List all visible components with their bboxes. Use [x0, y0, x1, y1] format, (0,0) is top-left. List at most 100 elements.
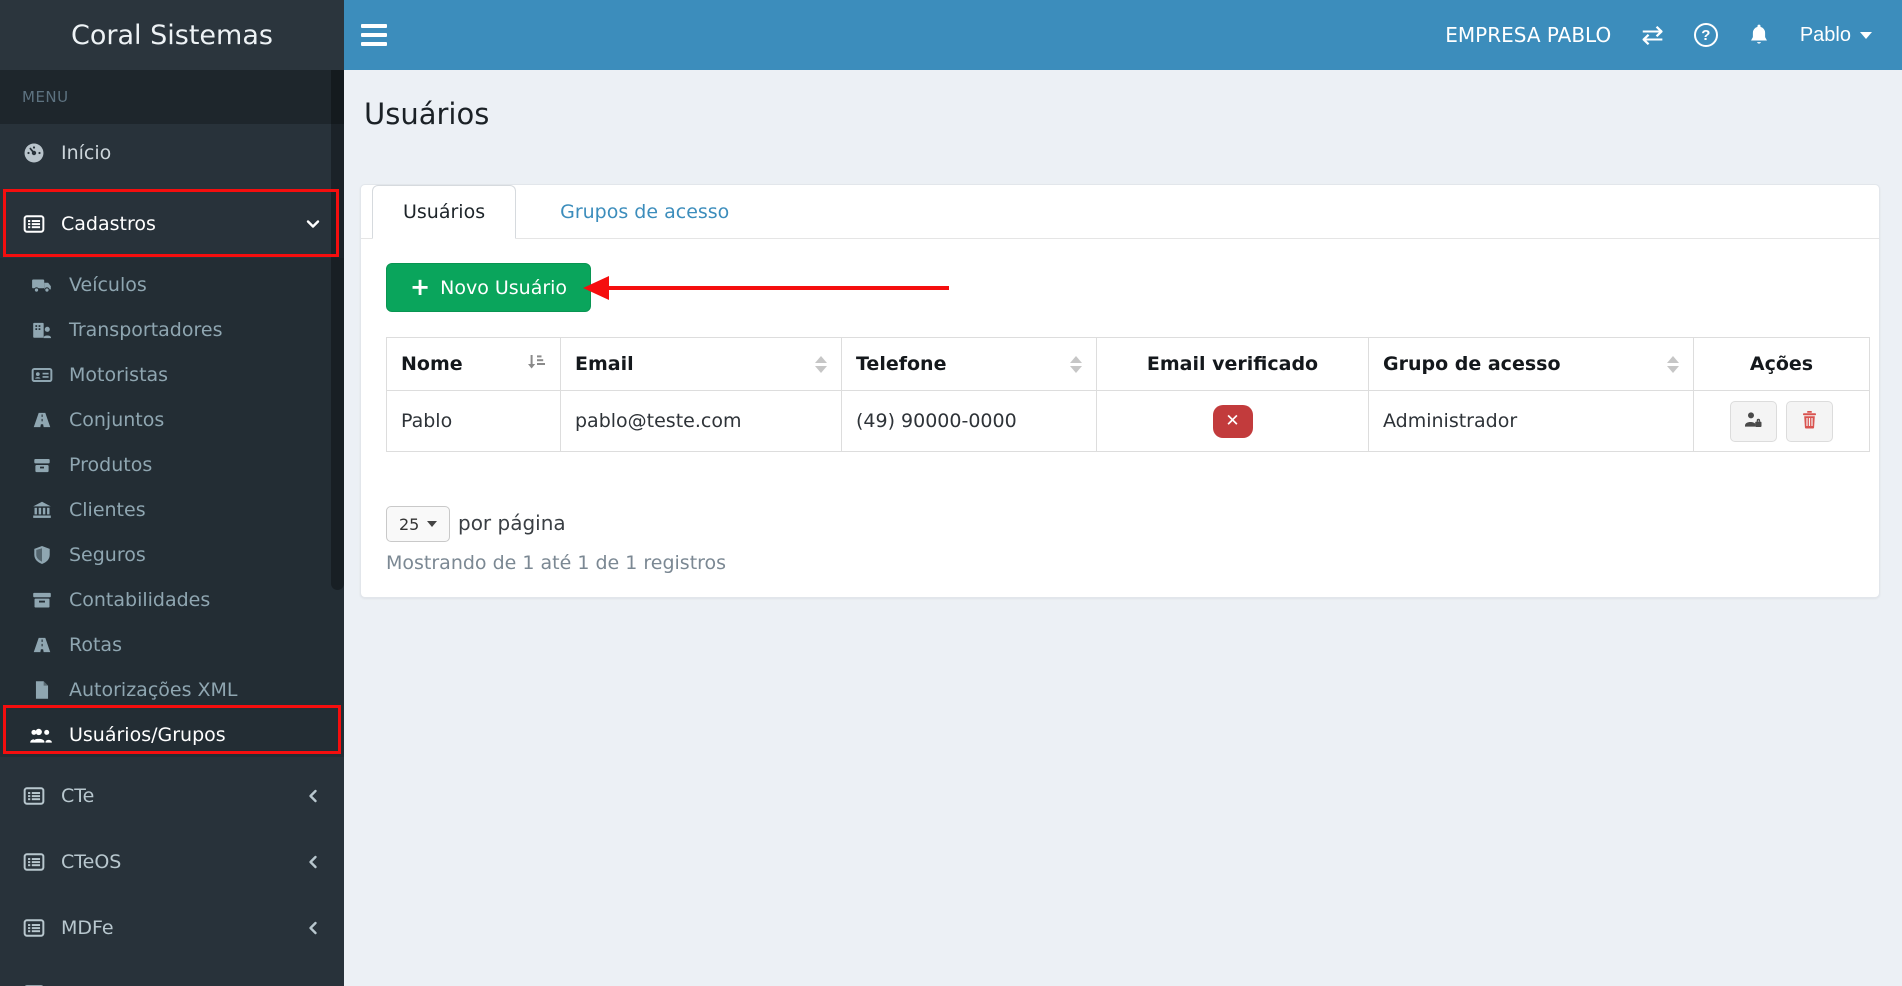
cell-nome: Pablo — [386, 390, 561, 452]
sidebar-item-contabilidades[interactable]: Contabilidades — [0, 577, 344, 622]
bars-icon — [361, 24, 387, 28]
sidebar-item-label: Rotas — [69, 633, 122, 656]
sidebar-item-autorizacoes-xml[interactable]: Autorizações XML — [0, 667, 344, 712]
cell-grupo-de-acesso: Administrador — [1368, 390, 1694, 452]
sidebar-item-label: CTeOS — [61, 850, 122, 873]
truck-icon — [30, 273, 54, 297]
sidebar-item-label: Autorizações XML — [69, 678, 238, 701]
plus-icon: + — [410, 272, 431, 301]
annotation-arrow-shaft — [608, 286, 949, 290]
sidebar-item-clientes[interactable]: Clientes — [0, 487, 344, 532]
column-header-nome[interactable]: Nome — [386, 337, 561, 391]
page-title: Usuários — [364, 97, 490, 131]
cadastros-submenu: Veículos Transportadores Motoristas Conj… — [0, 258, 344, 757]
sidebar-item-usuarios-grupos[interactable]: Usuários/Grupos — [0, 712, 344, 757]
company-name: EMPRESA PABLO — [1445, 23, 1612, 47]
sidebar-item-cadastros[interactable]: Cadastros — [0, 190, 344, 258]
sidebar-item-seguros[interactable]: Seguros — [0, 532, 344, 577]
dashboard-icon — [22, 141, 46, 165]
sidebar-menu: Início Cadastros Veículos Transportadore… — [0, 124, 344, 986]
delete-user-button[interactable] — [1786, 400, 1833, 442]
sidebar-item-label: NFe — [61, 983, 97, 986]
shield-icon — [30, 543, 54, 567]
sort-both-icon — [815, 355, 827, 373]
user-lock-icon — [1743, 410, 1764, 432]
new-user-button[interactable]: + Novo Usuário — [386, 263, 592, 312]
archive-icon — [30, 588, 54, 612]
sidebar-item-label: Transportadores — [69, 318, 223, 341]
sidebar-item-cteos[interactable]: CTeOS — [0, 834, 344, 889]
cell-email-verificado: ✕ — [1096, 390, 1369, 452]
table-header-row: Nome Email Telefone Email verificado Gru… — [386, 337, 1870, 391]
chevron-left-icon — [304, 853, 322, 871]
sidebar-item-nfe[interactable]: NFe — [0, 966, 344, 986]
chevron-left-icon — [304, 787, 322, 805]
app-logo[interactable]: Coral Sistemas — [0, 0, 344, 70]
sidebar-item-label: CTe — [61, 784, 95, 807]
cell-acoes — [1693, 390, 1870, 452]
sidebar-item-label: Motoristas — [69, 363, 169, 386]
user-menu[interactable]: Pablo — [1800, 24, 1872, 47]
sidebar-scrollbar[interactable] — [331, 70, 344, 590]
sidebar: Coral Sistemas MENU Início Cadastros Veí… — [0, 0, 344, 986]
sidebar-item-motoristas[interactable]: Motoristas — [0, 352, 344, 397]
cell-email: pablo@teste.com — [560, 390, 842, 452]
sidebar-item-label: Produtos — [69, 453, 153, 476]
sidebar-section-header: MENU — [0, 70, 344, 124]
sort-amount-icon — [526, 352, 546, 376]
main-content: Usuários Usuários Grupos de acesso + Nov… — [344, 70, 1902, 986]
per-page-label: por página — [458, 511, 566, 535]
file-icon — [30, 678, 54, 702]
tab-usuarios[interactable]: Usuários — [372, 185, 517, 239]
sidebar-item-produtos[interactable]: Produtos — [0, 442, 344, 487]
sidebar-item-cte[interactable]: CTe — [0, 768, 344, 823]
column-header-telefone[interactable]: Telefone — [841, 337, 1097, 391]
table-row: Pablo pablo@teste.com (49) 90000-0000 ✕ … — [386, 390, 1870, 452]
sidebar-item-label: Cadastros — [61, 213, 156, 235]
caret-down-icon — [427, 521, 438, 527]
records-summary: Mostrando de 1 até 1 de 1 registros — [386, 552, 727, 574]
exchange-icon[interactable]: ⇄ — [1641, 21, 1664, 49]
per-page-select[interactable]: 25 — [386, 506, 451, 542]
list-icon — [22, 784, 46, 808]
sidebar-item-label: Seguros — [69, 543, 146, 566]
tab-grupos-de-acesso[interactable]: Grupos de acesso — [536, 185, 753, 238]
x-icon: ✕ — [1225, 411, 1240, 431]
tab-pane-usuarios: + Novo Usuário Nome Email Telefone Email… — [361, 239, 1879, 599]
sort-both-icon — [1070, 355, 1082, 373]
column-header-email[interactable]: Email — [560, 337, 842, 391]
sidebar-item-label: Contabilidades — [69, 588, 211, 611]
sidebar-item-label: Conjuntos — [69, 408, 165, 431]
sidebar-item-label: Clientes — [69, 498, 146, 521]
trash-icon — [1801, 410, 1818, 432]
bank-icon — [30, 498, 54, 522]
navbar-right: EMPRESA PABLO ⇄ ? Pablo — [1445, 21, 1902, 49]
sidebar-item-rotas[interactable]: Rotas — [0, 622, 344, 667]
list-icon — [22, 212, 46, 236]
sidebar-item-veiculos[interactable]: Veículos — [0, 262, 344, 307]
sidebar-item-transportadores[interactable]: Transportadores — [0, 307, 344, 352]
tab-bar: Usuários Grupos de acesso — [361, 185, 1879, 239]
sidebar-item-label: MDFe — [61, 916, 114, 939]
users-card: Usuários Grupos de acesso + Novo Usuário — [360, 184, 1880, 598]
sidebar-item-conjuntos[interactable]: Conjuntos — [0, 397, 344, 442]
id-card-icon — [30, 363, 54, 387]
chevron-left-icon — [304, 919, 322, 937]
annotation-arrow-head — [583, 276, 609, 300]
sidebar-item-label: Usuários/Grupos — [69, 723, 226, 746]
user-name: Pablo — [1799, 23, 1851, 46]
cell-telefone: (49) 90000-0000 — [841, 390, 1097, 452]
not-verified-badge: ✕ — [1212, 404, 1253, 438]
column-header-grupo-de-acesso[interactable]: Grupo de acesso — [1368, 337, 1694, 391]
help-icon[interactable]: ? — [1693, 23, 1718, 47]
user-permissions-button[interactable] — [1730, 400, 1777, 442]
sidebar-item-inicio[interactable]: Início — [0, 124, 344, 182]
bell-icon[interactable] — [1748, 23, 1770, 47]
sidebar-toggle-button[interactable] — [344, 0, 404, 70]
top-navbar: EMPRESA PABLO ⇄ ? Pablo — [344, 0, 1902, 70]
caret-down-icon — [1860, 31, 1872, 39]
sidebar-item-mdfe[interactable]: MDFe — [0, 900, 344, 955]
building-user-icon — [30, 318, 54, 342]
app-title: Coral Sistemas — [71, 19, 273, 51]
list-icon — [22, 982, 46, 986]
